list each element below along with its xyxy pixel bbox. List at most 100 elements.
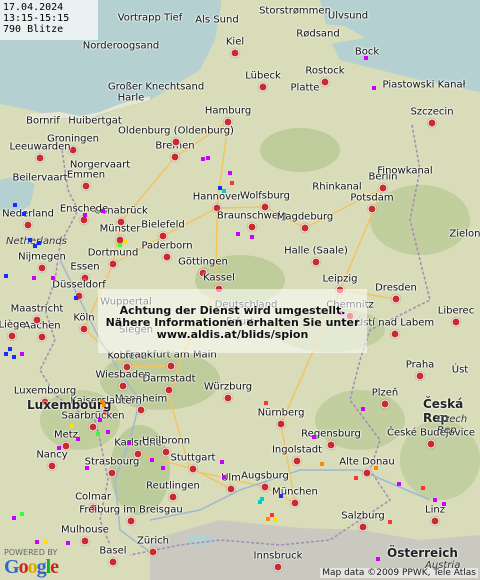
city-marker[interactable]	[367, 204, 377, 214]
city-label: Darmstadt	[142, 373, 196, 385]
city-marker[interactable]	[430, 516, 440, 526]
city-label: Stuttgart	[170, 452, 216, 464]
city-label: Aachen	[23, 320, 61, 332]
city-marker[interactable]	[300, 223, 310, 233]
city-marker[interactable]	[80, 536, 90, 546]
map-viewport[interactable]: KielRostockLübeckHamburgBremenOldenburg …	[0, 0, 480, 580]
lightning-strike-marker	[8, 347, 12, 351]
lightning-strike-marker	[106, 430, 110, 434]
lightning-strike-marker	[4, 274, 8, 278]
lightning-strike-marker	[4, 352, 8, 356]
lightning-strike-marker	[57, 446, 61, 450]
time-range-label: 13:15-15:15	[3, 13, 70, 24]
lightning-strike-marker	[264, 401, 268, 405]
city-label: Potsdam	[350, 192, 394, 204]
city-marker[interactable]	[166, 361, 176, 371]
city-marker[interactable]	[362, 468, 372, 478]
place-label: Zielona	[449, 228, 480, 240]
city-label: Linz	[425, 504, 445, 516]
city-marker[interactable]	[378, 183, 388, 193]
city-marker[interactable]	[358, 522, 368, 532]
city-marker[interactable]	[292, 456, 302, 466]
city-marker[interactable]	[226, 484, 236, 494]
city-marker[interactable]	[247, 222, 257, 232]
map-copyright: Map data ©2009 PPWK, Tele Atlas	[320, 568, 478, 578]
city-marker[interactable]	[311, 257, 321, 267]
lightning-strike-marker	[222, 475, 226, 479]
lightning-strike-marker	[51, 276, 55, 280]
city-marker[interactable]	[426, 439, 436, 449]
city-marker[interactable]	[79, 324, 89, 334]
city-marker[interactable]	[88, 422, 98, 432]
city-marker[interactable]	[451, 317, 461, 327]
city-marker[interactable]	[37, 263, 47, 273]
city-label: Ingolstadt	[271, 444, 323, 456]
place-label: Rødsand	[296, 28, 340, 40]
city-label: Paderborn	[141, 240, 193, 252]
lightning-strike-marker	[32, 276, 36, 280]
city-marker[interactable]	[326, 440, 336, 450]
place-label: Norderoogsand	[82, 40, 160, 52]
city-marker[interactable]	[390, 329, 400, 339]
lightning-strike-marker	[102, 403, 106, 407]
city-marker[interactable]	[158, 231, 168, 241]
lightning-strike-marker	[312, 435, 316, 439]
place-label: Rhinkanal	[312, 181, 362, 193]
city-marker[interactable]	[170, 152, 180, 162]
place-label: Bornrif	[26, 115, 60, 127]
city-marker[interactable]	[320, 77, 330, 87]
city-marker[interactable]	[188, 464, 198, 474]
city-marker[interactable]	[118, 381, 128, 391]
city-label: Leipzig	[322, 273, 358, 285]
city-marker[interactable]	[81, 181, 91, 191]
lightning-strike-marker	[421, 486, 425, 490]
city-marker[interactable]	[107, 468, 117, 478]
notice-link[interactable]: www.aldis.at/blids/spion	[98, 329, 367, 341]
city-marker[interactable]	[391, 294, 401, 304]
city-marker[interactable]	[427, 118, 437, 128]
city-marker[interactable]	[162, 252, 172, 262]
country-sublabel: Czech Rep	[437, 414, 468, 436]
place-label: Úst	[451, 364, 469, 376]
lightning-strike-marker	[22, 212, 26, 216]
city-marker[interactable]	[230, 48, 240, 58]
city-label: Regensburg	[301, 428, 361, 440]
country-label: Luxembourg	[27, 398, 112, 412]
city-marker[interactable]	[126, 516, 136, 526]
city-marker[interactable]	[37, 332, 47, 342]
lightning-strike-marker	[273, 518, 277, 522]
city-label: Münster	[99, 223, 141, 235]
city-marker[interactable]	[32, 315, 42, 325]
city-label: Wolfsburg	[240, 190, 290, 202]
city-marker[interactable]	[276, 419, 286, 429]
city-marker[interactable]	[7, 331, 17, 341]
city-label: Maastricht	[10, 303, 64, 315]
city-marker[interactable]	[258, 82, 268, 92]
city-marker[interactable]	[290, 498, 300, 508]
city-marker[interactable]	[380, 399, 390, 409]
city-marker[interactable]	[108, 557, 118, 567]
city-label: Plzeň	[371, 387, 399, 399]
city-label: Dortmund	[87, 247, 139, 259]
city-marker[interactable]	[136, 405, 146, 415]
city-marker[interactable]	[260, 482, 270, 492]
city-marker[interactable]	[273, 562, 283, 572]
city-marker[interactable]	[23, 220, 33, 230]
place-label: Ulvsund	[327, 10, 369, 22]
lightning-strike-marker	[37, 241, 41, 245]
city-marker[interactable]	[161, 447, 171, 457]
city-marker[interactable]	[415, 371, 425, 381]
city-marker[interactable]	[168, 492, 178, 502]
city-marker[interactable]	[108, 259, 118, 269]
lightning-strike-marker	[374, 466, 378, 470]
city-marker[interactable]	[47, 461, 57, 471]
city-label: Hamburg	[204, 105, 252, 117]
strike-count-label: 790 Blitze	[3, 24, 64, 35]
city-marker[interactable]	[171, 137, 181, 147]
google-logo[interactable]: Google	[4, 556, 59, 579]
city-marker[interactable]	[35, 153, 45, 163]
city-marker[interactable]	[148, 547, 158, 557]
place-label: Norgervaart	[69, 159, 131, 171]
city-marker[interactable]	[223, 393, 233, 403]
lightning-strike-marker	[220, 460, 224, 464]
